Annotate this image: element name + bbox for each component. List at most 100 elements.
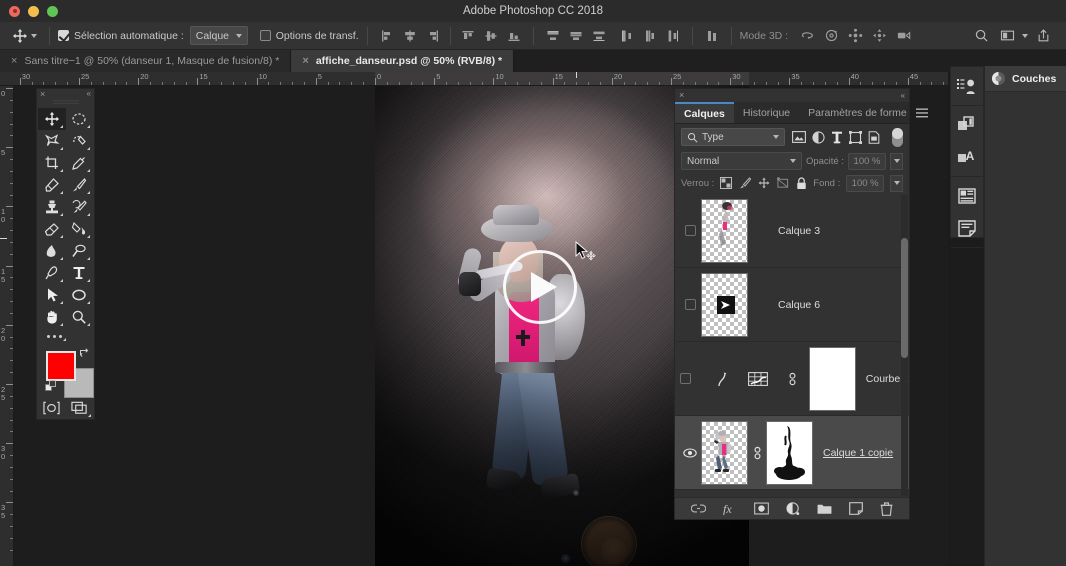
layer-list[interactable]: Calque 3 Calque 6 Courbe... Calque 1 cop… bbox=[675, 194, 909, 497]
layer-filter-type-dropdown[interactable]: Type bbox=[681, 128, 785, 146]
layer-mask-thumbnail[interactable] bbox=[766, 420, 813, 485]
filter-shape-layers-button[interactable] bbox=[849, 130, 862, 144]
close-icon[interactable]: × bbox=[40, 89, 45, 99]
elliptical-marquee-tool-button[interactable] bbox=[66, 108, 94, 130]
slide-3d-object-button[interactable] bbox=[868, 25, 890, 47]
pan-3d-object-button[interactable] bbox=[844, 25, 866, 47]
checkbox-box[interactable] bbox=[259, 30, 271, 41]
character-styles-panel-button[interactable]: A bbox=[951, 141, 983, 173]
crop-tool-button[interactable] bbox=[38, 152, 66, 174]
align-left-edges-button[interactable] bbox=[376, 25, 398, 47]
chevron-down-icon[interactable] bbox=[31, 33, 37, 38]
fill-slider-button[interactable] bbox=[890, 174, 903, 192]
swap-colors-button[interactable] bbox=[79, 347, 90, 358]
delete-layer-button[interactable] bbox=[880, 501, 893, 516]
table-row[interactable]: Calque 3 bbox=[675, 194, 909, 268]
distribute-horizontal-centers-button[interactable] bbox=[639, 25, 661, 47]
link-mask-icon[interactable] bbox=[788, 371, 797, 387]
blend-mode-dropdown[interactable]: Normal bbox=[681, 152, 802, 170]
ellipse-tool-button[interactable] bbox=[66, 284, 94, 306]
brush-tool-button[interactable] bbox=[66, 174, 94, 196]
layer-mask-link-button[interactable] bbox=[748, 445, 766, 461]
rotate-3d-object-button[interactable] bbox=[796, 25, 818, 47]
quick-mask-mode-button[interactable] bbox=[37, 397, 66, 419]
horizontal-type-tool-button[interactable] bbox=[66, 262, 94, 284]
document-tab-active[interactable]: × affiche_danseur.psd @ 50% (RVB/8) * bbox=[291, 50, 515, 72]
close-icon[interactable]: × bbox=[302, 55, 308, 67]
layer-name[interactable]: Calque 3 bbox=[766, 225, 820, 237]
notes-panel-button[interactable] bbox=[951, 212, 983, 244]
distribute-vertical-centers-button[interactable] bbox=[565, 25, 587, 47]
foreground-color-swatch[interactable] bbox=[46, 350, 76, 381]
horizontal-ruler[interactable]: 30 25 20 15 10 5 0 5 10 15 20 25 30 35 40 45 bbox=[0, 72, 948, 86]
clone-stamp-tool-button[interactable] bbox=[38, 196, 66, 218]
clipping-mask-icon[interactable] bbox=[747, 371, 768, 387]
path-selection-tool-button[interactable] bbox=[38, 284, 66, 306]
pen-tool-button[interactable] bbox=[38, 262, 66, 284]
default-colors-button[interactable] bbox=[45, 380, 58, 393]
layer-visibility-toggle[interactable] bbox=[679, 373, 692, 384]
checkbox-box[interactable] bbox=[58, 30, 69, 41]
filter-adjustment-layers-button[interactable] bbox=[812, 130, 825, 144]
transform-controls-checkbox[interactable]: Options de transf. bbox=[259, 30, 359, 42]
move-tool-button[interactable] bbox=[38, 107, 66, 130]
collapse-panel-icon[interactable]: « bbox=[87, 90, 91, 98]
distribute-right-edges-button[interactable] bbox=[662, 25, 684, 47]
share-button[interactable] bbox=[1032, 25, 1054, 47]
chevron-down-icon[interactable] bbox=[1022, 33, 1028, 38]
align-horizontal-centers-button[interactable] bbox=[399, 25, 421, 47]
layer-name[interactable]: Calque 6 bbox=[766, 299, 820, 311]
tab-parametres-de-forme[interactable]: Paramètres de forme bbox=[799, 102, 916, 123]
new-adjustment-layer-button[interactable] bbox=[786, 501, 800, 516]
lock-artboard-nesting-button[interactable] bbox=[777, 177, 789, 189]
eraser-tool-button[interactable] bbox=[38, 218, 66, 240]
tab-historique[interactable]: Historique bbox=[734, 102, 799, 123]
layer-name[interactable]: Calque 1 copie bbox=[813, 447, 893, 459]
layer-visibility-toggle[interactable] bbox=[679, 447, 701, 458]
layers-panel-header[interactable]: × « bbox=[675, 89, 909, 102]
distribute-top-edges-button[interactable] bbox=[542, 25, 564, 47]
layer-thumbnail[interactable] bbox=[701, 420, 748, 485]
play-button[interactable] bbox=[503, 250, 577, 324]
curves-adjustment-icon[interactable] bbox=[716, 371, 728, 387]
eyedropper-tool-button[interactable] bbox=[66, 152, 94, 174]
layer-thumbnail[interactable] bbox=[701, 198, 748, 263]
new-layer-button[interactable] bbox=[849, 502, 863, 515]
align-top-edges-button[interactable] bbox=[457, 25, 479, 47]
opacity-slider-button[interactable] bbox=[890, 152, 903, 170]
vertical-ruler[interactable]: 0 5 1 0 1 5 2 0 2 5 3 0 3 5 bbox=[0, 86, 14, 566]
hand-tool-button[interactable] bbox=[38, 306, 66, 328]
document-tab[interactable]: × Sans titre−1 @ 50% (danseur 1, Masque … bbox=[0, 50, 292, 72]
close-icon[interactable]: × bbox=[679, 91, 684, 100]
layer-mask-thumbnail[interactable] bbox=[808, 346, 856, 411]
lock-all-button[interactable] bbox=[796, 176, 807, 190]
roll-3d-object-button[interactable] bbox=[820, 25, 842, 47]
align-right-edges-button[interactable] bbox=[422, 25, 444, 47]
lock-transparent-pixels-button[interactable] bbox=[720, 177, 733, 189]
active-tool-preset[interactable] bbox=[8, 28, 41, 44]
align-vertical-centers-button[interactable] bbox=[480, 25, 502, 47]
align-bottom-edges-button[interactable] bbox=[503, 25, 525, 47]
scrollbar-thumb[interactable] bbox=[901, 238, 908, 358]
add-layer-style-button[interactable]: fx bbox=[723, 502, 737, 515]
close-icon[interactable]: × bbox=[11, 55, 17, 67]
opacity-input[interactable]: 100 % bbox=[848, 152, 886, 170]
auto-select-checkbox[interactable]: Sélection automatique : bbox=[58, 30, 184, 42]
table-row[interactable]: Calque 6 bbox=[675, 268, 909, 342]
dodge-tool-button[interactable] bbox=[66, 240, 94, 262]
edit-toolbar-button[interactable] bbox=[37, 328, 94, 345]
tab-couches[interactable]: Couches bbox=[985, 66, 1066, 92]
table-row-selected[interactable]: Calque 1 copie bbox=[675, 416, 909, 490]
new-group-button[interactable] bbox=[817, 503, 832, 515]
add-layer-mask-button[interactable] bbox=[754, 502, 769, 515]
lock-image-pixels-button[interactable] bbox=[739, 177, 752, 189]
quick-selection-tool-button[interactable] bbox=[66, 130, 94, 152]
polygonal-lasso-tool-button[interactable] bbox=[38, 130, 66, 152]
panel-menu-button[interactable] bbox=[915, 102, 928, 123]
distribute-bottom-edges-button[interactable] bbox=[588, 25, 610, 47]
screen-mode-button[interactable] bbox=[66, 397, 95, 419]
distribute-spacing-button[interactable] bbox=[701, 25, 723, 47]
workspace-switcher-button[interactable] bbox=[996, 25, 1018, 47]
search-button[interactable] bbox=[970, 25, 992, 47]
tab-calques[interactable]: Calques bbox=[675, 102, 734, 123]
